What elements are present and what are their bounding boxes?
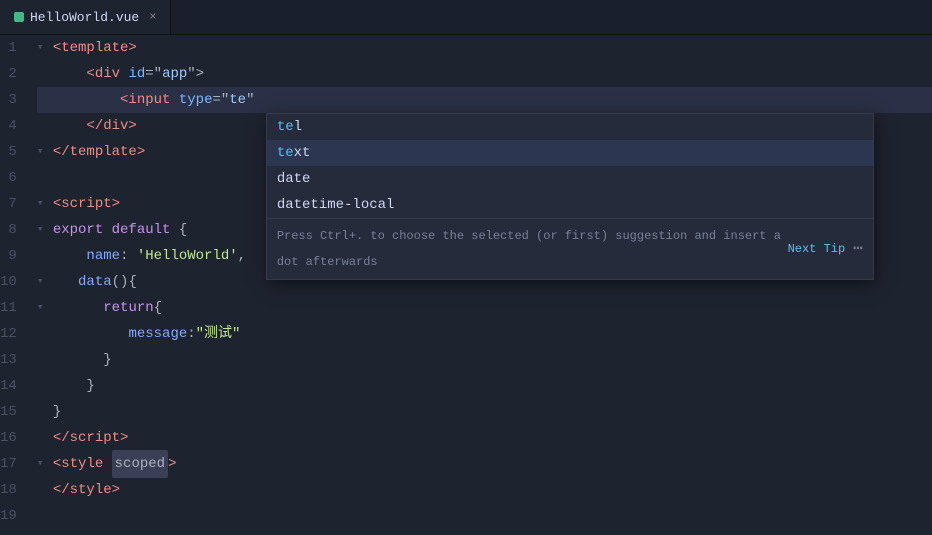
file-tab[interactable]: HelloWorld.vue × — [0, 0, 171, 34]
line-num-11: 11 — [0, 295, 27, 321]
code-line-19 — [37, 503, 932, 529]
code-line-17: ▾ <style scoped > — [37, 451, 932, 477]
fold-arrow-16 — [37, 425, 53, 451]
autocomplete-hint-text: Press Ctrl+. to choose the selected (or … — [277, 223, 782, 275]
code-line-12: message : "测试" — [37, 321, 932, 347]
scoped-badge: scoped — [112, 450, 168, 478]
tab-bar: HelloWorld.vue × — [0, 0, 932, 35]
tab-close-button[interactable]: × — [149, 10, 156, 24]
fold-arrow-12 — [37, 321, 53, 347]
autocomplete-item-date[interactable]: date — [267, 166, 873, 192]
line-num-18: 18 — [0, 477, 27, 503]
autocomplete-more-button[interactable]: ⋯ — [853, 236, 863, 262]
line-num-3: 3 — [0, 87, 27, 113]
fold-arrow-13 — [37, 347, 53, 373]
code-line-18: </style> — [37, 477, 932, 503]
fold-arrow-1[interactable]: ▾ — [37, 35, 53, 61]
line-num-7: 7 — [0, 191, 27, 217]
tab-filename: HelloWorld.vue — [30, 10, 139, 25]
fold-arrow-5[interactable]: ▾ — [37, 139, 53, 165]
line-num-1: 1 — [0, 35, 27, 61]
autocomplete-item-text[interactable]: text — [267, 140, 873, 166]
fold-arrow-6 — [37, 165, 53, 191]
autocomplete-item-datetime-local[interactable]: datetime-local — [267, 192, 873, 218]
line-num-8: 8 — [0, 217, 27, 243]
line-num-6: 6 — [0, 165, 27, 191]
autocomplete-item-tel[interactable]: tel — [267, 114, 873, 140]
code-area: 1 2 3 4 5 6 7 8 9 10 11 12 13 14 15 16 1… — [0, 35, 932, 535]
line-num-2: 2 — [0, 61, 27, 87]
code-line-14: } — [37, 373, 932, 399]
line-num-9: 9 — [0, 243, 27, 269]
line-num-5: 5 — [0, 139, 27, 165]
autocomplete-hint: Press Ctrl+. to choose the selected (or … — [267, 218, 873, 279]
line-num-14: 14 — [0, 373, 27, 399]
fold-arrow-2 — [37, 61, 53, 87]
fold-arrow-7[interactable]: ▾ — [37, 191, 53, 217]
code-line-16: </script> — [37, 425, 932, 451]
line-num-16: 16 — [0, 425, 27, 451]
line-num-19: 19 — [0, 503, 27, 529]
editor: 1 2 3 4 5 6 7 8 9 10 11 12 13 14 15 16 1… — [0, 35, 932, 535]
code-line-3: <input type =" te " — [37, 87, 932, 113]
code-line-1: ▾ <template> — [37, 35, 932, 61]
autocomplete-next-tip[interactable]: Next Tip — [788, 236, 846, 262]
fold-arrow-11[interactable]: ▾ — [37, 295, 53, 321]
line-num-10: 10 — [0, 269, 27, 295]
fold-arrow-19 — [37, 503, 53, 529]
line-num-4: 4 — [0, 113, 27, 139]
line-num-12: 12 — [0, 321, 27, 347]
fold-arrow-14 — [37, 373, 53, 399]
fold-arrow-8[interactable]: ▾ — [37, 217, 53, 243]
code-line-11: ▾ return { — [37, 295, 932, 321]
fold-arrow-18 — [37, 477, 53, 503]
code-line-13: } — [37, 347, 932, 373]
code-content[interactable]: ▾ <template> <div id =" app "> <input — [27, 35, 932, 535]
fold-arrow-15 — [37, 399, 53, 425]
fold-arrow-9 — [37, 243, 53, 269]
autocomplete-dropdown: tel text date datetime-local Press Ctrl+… — [266, 113, 874, 280]
code-line-2: <div id =" app "> — [37, 61, 932, 87]
fold-arrow-17[interactable]: ▾ — [37, 451, 53, 477]
code-line-15: } — [37, 399, 932, 425]
line-num-17: 17 — [0, 451, 27, 477]
fold-arrow-3 — [37, 87, 53, 113]
line-numbers: 1 2 3 4 5 6 7 8 9 10 11 12 13 14 15 16 1… — [0, 35, 27, 535]
fold-arrow-4 — [37, 113, 53, 139]
line-num-15: 15 — [0, 399, 27, 425]
vue-file-icon — [14, 12, 24, 22]
fold-arrow-10[interactable]: ▾ — [37, 269, 53, 295]
line-num-13: 13 — [0, 347, 27, 373]
